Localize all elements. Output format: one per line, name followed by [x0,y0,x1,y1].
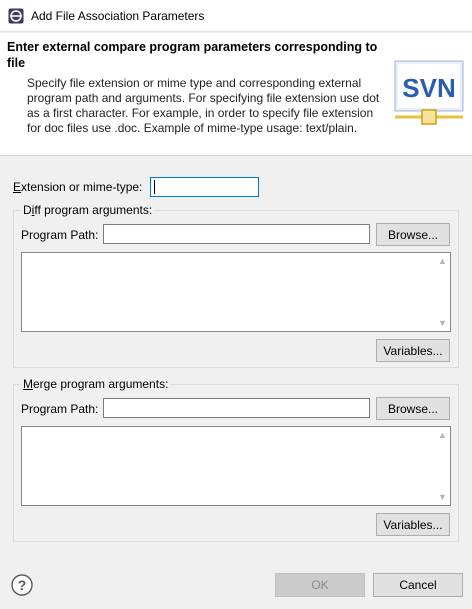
merge-browse-button[interactable]: Browse... [376,397,450,420]
diff-program-path-input[interactable] [103,224,370,244]
extension-input[interactable] [150,177,259,197]
text-caret [154,180,155,194]
diff-arguments-textarea[interactable]: ▲ ▼ [21,252,451,332]
merge-program-path-input[interactable] [103,398,370,418]
diff-browse-button[interactable]: Browse... [376,223,450,246]
merge-arguments-textarea[interactable]: ▲ ▼ [21,426,451,506]
scroll-up-arrow-icon[interactable]: ▲ [437,256,448,266]
title-bar: Add File Association Parameters [0,0,472,32]
diff-variables-button[interactable]: Variables... [376,339,450,362]
scroll-up-arrow-icon[interactable]: ▲ [437,430,448,440]
svn-logo-text: SVN [402,73,455,103]
diff-group-legend: Diff program arguments: [21,203,155,217]
window-title: Add File Association Parameters [31,9,205,23]
help-icon[interactable]: ? [11,574,33,596]
merge-program-path-label: Program Path: [21,402,99,416]
ok-button[interactable]: OK [275,573,365,597]
svg-text:?: ? [18,577,27,593]
merge-group-legend: Merge program arguments: [21,377,171,391]
scroll-down-arrow-icon[interactable]: ▼ [437,492,448,502]
svn-logo-icon: SVN [394,60,464,125]
scroll-down-arrow-icon[interactable]: ▼ [437,318,448,328]
extension-label: Extension or mime-type: [13,180,143,194]
cancel-button[interactable]: Cancel [373,573,463,597]
diff-program-path-label: Program Path: [21,228,99,242]
dialog-header: Enter external compare program parameter… [0,33,472,156]
header-description: Specify file extension or mime type and … [27,76,380,135]
eclipse-app-icon [8,8,24,24]
merge-variables-button[interactable]: Variables... [376,513,450,536]
header-title: Enter external compare program parameter… [7,40,378,70]
